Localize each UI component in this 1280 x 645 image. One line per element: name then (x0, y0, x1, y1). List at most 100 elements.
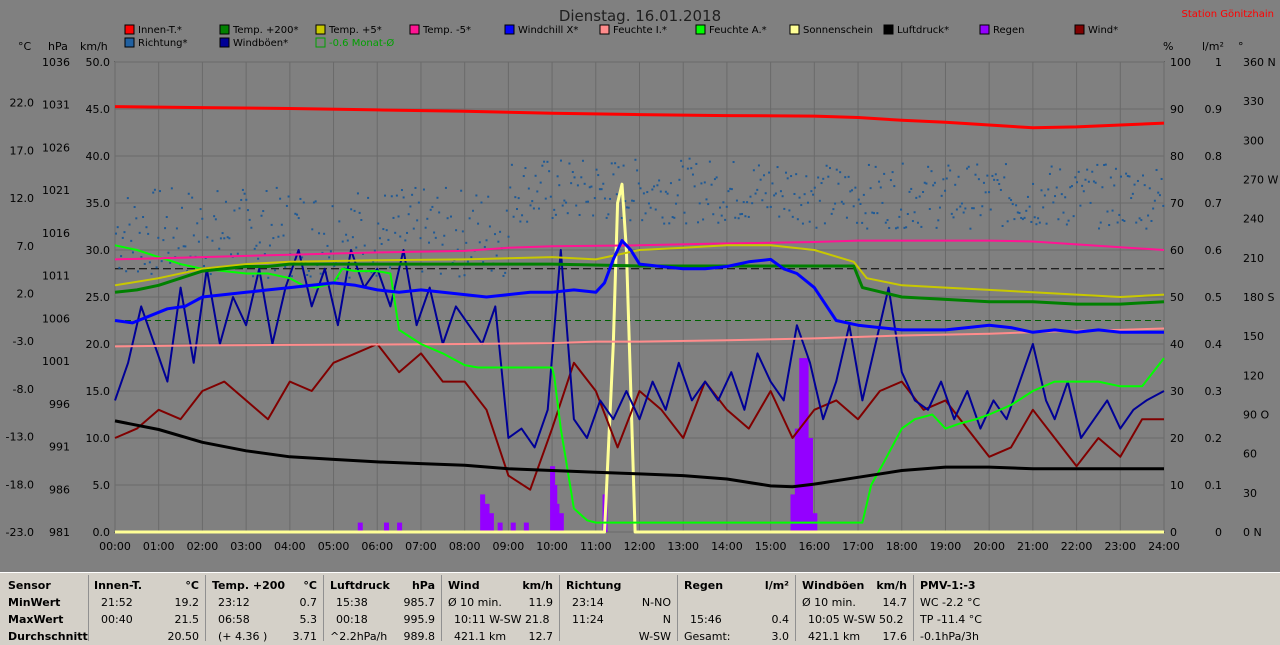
direction-point (940, 194, 943, 197)
innen-max-value: 21.5 (174, 613, 200, 626)
direction-point (593, 197, 596, 200)
direction-point (485, 239, 488, 242)
direction-point (705, 198, 708, 201)
direction-point (407, 213, 410, 216)
direction-point (639, 187, 642, 190)
direction-point (837, 182, 840, 185)
direction-point (681, 165, 684, 168)
direction-point (683, 211, 686, 214)
direction-point (196, 222, 199, 225)
direction-point (517, 197, 520, 200)
direction-point (142, 216, 145, 219)
direction-point (786, 177, 789, 180)
direction-point (669, 182, 672, 185)
temp-tick-label: 22.0 (10, 97, 35, 110)
direction-point (1052, 201, 1055, 204)
direction-point (1106, 210, 1109, 213)
direction-point (177, 247, 180, 250)
direction-point (1050, 165, 1053, 168)
direction-point (1091, 170, 1094, 173)
legend-label: Wind* (1088, 25, 1118, 36)
pct-tick-label: 50 (1170, 291, 1184, 304)
direction-point (603, 197, 606, 200)
direction-point (610, 162, 613, 165)
direction-point (722, 201, 725, 204)
direction-point (214, 218, 217, 221)
direction-point (976, 163, 979, 166)
direction-point (253, 247, 256, 250)
direction-point (236, 252, 239, 255)
direction-point (580, 176, 583, 179)
direction-point (397, 215, 400, 218)
direction-point (143, 262, 146, 265)
x-tick-label: 24:00 (1148, 540, 1180, 553)
direction-point (1140, 219, 1143, 222)
direction-point (602, 182, 605, 185)
direction-point (834, 202, 837, 205)
direction-point (120, 255, 123, 258)
direction-point (790, 175, 793, 178)
direction-point (1158, 194, 1161, 197)
direction-point (450, 215, 453, 218)
direction-point (1147, 214, 1150, 217)
dir-tick-label: 270 W (1243, 174, 1278, 187)
direction-point (436, 196, 439, 199)
direction-point (952, 216, 955, 219)
direction-point (331, 205, 334, 208)
x-tick-label: 19:00 (930, 540, 962, 553)
temp200-min-time: 23:12 (218, 596, 250, 609)
direction-point (392, 216, 395, 219)
direction-point (634, 158, 637, 161)
direction-point (730, 188, 733, 191)
direction-point (791, 215, 794, 218)
direction-point (597, 174, 600, 177)
unit-pct: % (1163, 40, 1173, 53)
direction-point (1037, 217, 1040, 220)
header-luftdruck: Luftdruck (330, 579, 390, 592)
direction-point (507, 235, 510, 238)
direction-point (981, 205, 984, 208)
legend-swatch (219, 37, 230, 48)
pct-tick-label: 10 (1170, 479, 1184, 492)
direction-point (575, 204, 578, 207)
direction-point (191, 196, 194, 199)
direction-point (1042, 206, 1045, 209)
direction-point (175, 227, 178, 230)
richtung-min-time: 23:14 (572, 596, 604, 609)
direction-point (279, 197, 282, 200)
direction-point (128, 223, 131, 226)
direction-point (666, 192, 669, 195)
direction-point (627, 206, 630, 209)
direction-point (1157, 191, 1160, 194)
direction-point (991, 174, 994, 177)
header-windboeen: Windböen (802, 579, 865, 592)
direction-point (431, 205, 434, 208)
innen-min-time: 21:52 (101, 596, 133, 609)
direction-point (543, 160, 546, 163)
direction-point (1099, 221, 1102, 224)
legend-swatch (124, 24, 135, 35)
direction-point (461, 230, 464, 233)
direction-point (654, 208, 657, 211)
direction-point (395, 194, 398, 197)
direction-point (1059, 168, 1062, 171)
direction-point (998, 182, 1001, 185)
direction-point (916, 221, 919, 224)
direction-point (994, 173, 997, 176)
direction-point (152, 191, 155, 194)
direction-point (869, 187, 872, 190)
rain-bar (558, 513, 564, 532)
direction-point (1076, 181, 1079, 184)
direction-point (421, 270, 424, 273)
direction-point (734, 216, 737, 219)
luftdruck-min-time: 15:38 (336, 596, 368, 609)
direction-point (329, 250, 332, 253)
direction-point (969, 227, 972, 230)
direction-point (1074, 176, 1077, 179)
direction-point (857, 198, 860, 201)
direction-point (828, 167, 831, 170)
direction-point (115, 232, 117, 235)
direction-point (852, 205, 855, 208)
direction-point (900, 208, 903, 211)
direction-point (813, 186, 816, 189)
